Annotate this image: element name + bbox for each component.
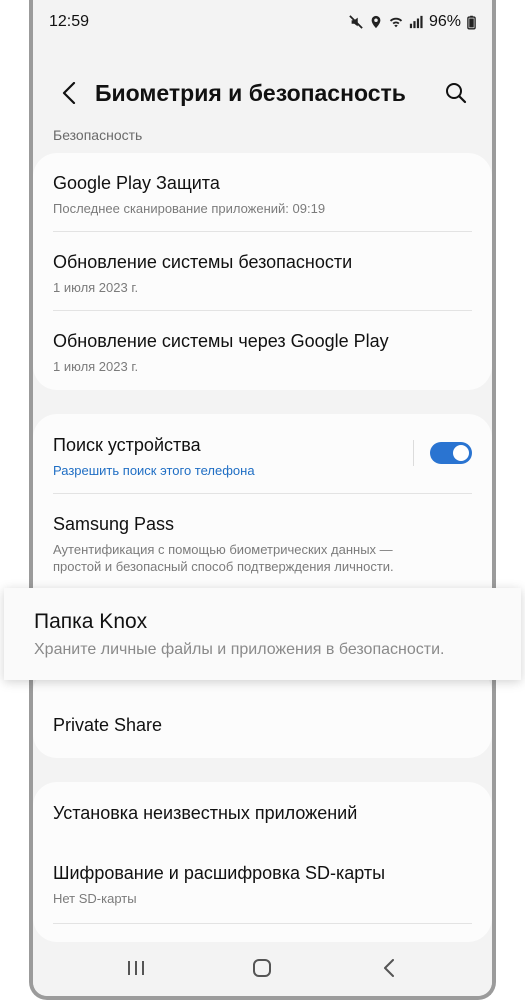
item-title: Samsung Pass: [53, 514, 175, 534]
item-title: Шифрование и расшифровка SD-карты: [53, 863, 386, 883]
unknown-apps-item[interactable]: Установка неизвестных приложений: [33, 782, 492, 850]
screen: 12:59 96% Биометрия и безопасность Безоп…: [33, 0, 492, 996]
back-icon: [383, 959, 394, 977]
item-subtitle: 1 июля 2023 г.: [53, 280, 139, 295]
item-subtitle: Нет SD-карты: [53, 891, 137, 906]
knox-folder-item[interactable]: Папка Knox Храните личные файлы и прилож…: [4, 588, 521, 680]
item-title: Папка Knox: [34, 610, 148, 633]
location-icon: [371, 15, 381, 29]
nav-back-button[interactable]: [365, 944, 413, 992]
app-bar: Биометрия и безопасность: [33, 66, 492, 120]
phone-frame: 12:59 96% Биометрия и безопасность Безоп…: [29, 0, 496, 1000]
apps-card: Установка неизвестных приложений Шифрова…: [33, 782, 492, 942]
security-card: Google Play Защита Последнее сканировани…: [33, 153, 492, 390]
google-play-protect-item[interactable]: Google Play Защита Последнее сканировани…: [33, 153, 492, 232]
item-title: Поиск устройства: [53, 435, 201, 455]
item-subtitle: 1 июля 2023 г.: [53, 359, 139, 374]
search-icon: [446, 83, 467, 104]
security-update-item[interactable]: Обновление системы безопасности 1 июля 2…: [33, 232, 492, 311]
page-title: Биометрия и безопасность: [95, 79, 406, 106]
private-share-item[interactable]: Private Share: [33, 668, 492, 758]
subtitle-line: простой и безопасный способ подтверждени…: [53, 559, 394, 574]
status-bar: 12:59 96%: [33, 0, 492, 44]
device-card: Поиск устройства Разрешить поиск этого т…: [33, 414, 492, 614]
battery-icon: [467, 15, 476, 29]
item-title: Установка неизвестных приложений: [53, 803, 358, 823]
find-device-item[interactable]: Поиск устройства Разрешить поиск этого т…: [33, 414, 492, 494]
battery-text: 96%: [428, 13, 461, 30]
samsung-pass-item[interactable]: Samsung Pass Аутентификация с помощью би…: [33, 494, 492, 594]
item-subtitle: Аутентификация с помощью биометрических …: [53, 541, 472, 575]
recents-icon: [128, 961, 145, 975]
vertical-separator: [413, 440, 414, 466]
navigation-bar: [33, 940, 492, 996]
status-icons: 96%: [349, 13, 476, 31]
item-subtitle: Последнее сканирование приложений: 09:19: [53, 201, 326, 216]
item-subtitle: Разрешить поиск этого телефона: [53, 463, 255, 478]
wifi-icon: [389, 17, 403, 28]
back-button[interactable]: [47, 71, 91, 115]
search-button[interactable]: [434, 71, 478, 115]
private-share-card: Private Share: [33, 668, 492, 758]
signal-icon: [409, 15, 423, 29]
item-title: Private Share: [53, 715, 163, 735]
item-title: Обновление системы через Google Play: [53, 331, 389, 351]
back-chevron-icon: [62, 82, 76, 104]
item-subtitle: Храните личные файлы и приложения в безо…: [34, 641, 445, 658]
divider: [53, 923, 472, 924]
item-title: Google Play Защита: [53, 173, 220, 193]
toggle-knob: [453, 445, 469, 461]
item-title: Обновление системы безопасности: [53, 252, 353, 272]
google-play-system-update-item[interactable]: Обновление системы через Google Play 1 и…: [33, 311, 492, 390]
status-time: 12:59: [49, 13, 90, 30]
mute-icon: [349, 15, 363, 29]
recents-button[interactable]: [112, 944, 160, 992]
sd-encryption-item[interactable]: Шифрование и расшифровка SD-карты Нет SD…: [33, 850, 492, 924]
home-button[interactable]: [238, 944, 286, 992]
section-header: Безопасность: [53, 127, 143, 143]
home-icon: [253, 959, 272, 977]
subtitle-line: Аутентификация с помощью биометрических …: [53, 542, 393, 557]
find-device-toggle[interactable]: [430, 442, 472, 464]
toggle-wrap: [413, 440, 472, 466]
